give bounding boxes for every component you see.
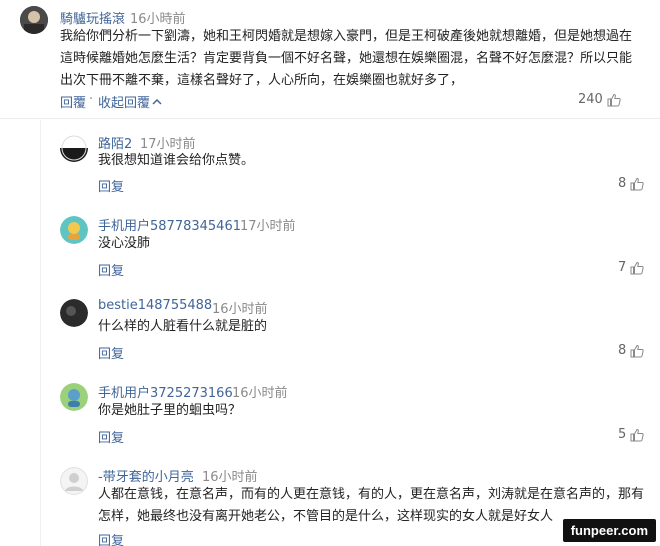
thumbs-up-icon <box>630 261 644 274</box>
avatar[interactable] <box>60 299 88 327</box>
reply-button[interactable]: 回复 <box>98 176 124 195</box>
like-count: 5 <box>618 427 627 442</box>
avatar[interactable] <box>60 216 88 244</box>
like-count: 8 <box>618 176 627 191</box>
comment-time: 16小时前 <box>202 470 258 485</box>
reply-button[interactable]: 回复 <box>98 260 124 279</box>
thumbs-up-icon <box>630 344 644 357</box>
collapse-replies-button[interactable]: 收起回覆 <box>98 92 162 111</box>
comment-time: 16小時前 <box>130 12 186 27</box>
like-button[interactable]: 5 <box>618 427 644 442</box>
reply-button[interactable]: 回复 <box>98 427 124 446</box>
comment-text: 我很想知道谁会给你点赞。 <box>98 153 255 168</box>
comment-time: 16小时前 <box>232 386 288 401</box>
default-avatar-icon <box>60 216 88 244</box>
divider <box>0 118 660 119</box>
user-avatar-icon <box>60 299 88 327</box>
thumbs-up-icon <box>630 177 644 190</box>
comment-text: 没心没肺 <box>98 236 151 251</box>
username[interactable]: 騎驢玩搖滾 <box>60 8 125 27</box>
like-count: 8 <box>618 343 627 358</box>
reply-button[interactable]: 回复 <box>98 343 124 362</box>
username[interactable]: 手机用户3725273166 <box>98 382 233 401</box>
default-avatar-icon <box>60 467 88 495</box>
user-avatar-icon <box>60 134 88 162</box>
user-avatar-icon <box>20 6 48 34</box>
username[interactable]: bestie148755488 <box>98 298 212 313</box>
reply-button[interactable]: 回覆 <box>60 92 86 111</box>
username[interactable]: -带牙套的小月亮 <box>98 466 194 485</box>
comment-time: 17小时前 <box>240 219 296 234</box>
comment-time: 16小时前 <box>212 302 268 317</box>
avatar[interactable] <box>20 6 48 34</box>
top-comment: 騎驢玩搖滾 16小時前 我給你們分析一下劉濤，她和王柯閃婚就是想嫁入豪門，但是王… <box>0 0 660 120</box>
chevron-up-icon <box>152 98 162 105</box>
username[interactable]: 手机用户58778345461 <box>98 215 241 234</box>
avatar[interactable] <box>60 134 88 162</box>
like-button[interactable]: 240 <box>578 92 621 107</box>
like-button[interactable]: 8 <box>618 176 644 191</box>
collapse-label: 收起回覆 <box>98 96 151 111</box>
comment-text: 你是她肚子里的蛔虫吗？ <box>98 403 242 418</box>
comment-text: 我給你們分析一下劉濤，她和王柯閃婚就是想嫁入豪門，但是王柯破產後她就想離婚，但是… <box>60 29 633 88</box>
watermark: funpeer.com <box>562 519 656 542</box>
reply-button[interactable]: 回复 <box>98 530 124 546</box>
avatar[interactable] <box>60 467 88 495</box>
avatar[interactable] <box>60 383 88 411</box>
like-count: 7 <box>618 260 627 275</box>
like-count: 240 <box>578 92 603 107</box>
thumbs-up-icon <box>607 93 621 106</box>
like-button[interactable]: 8 <box>618 343 644 358</box>
dot-separator: · <box>89 92 94 107</box>
like-button[interactable]: 7 <box>618 260 644 275</box>
default-avatar-icon <box>60 383 88 411</box>
comment-text: 什么样的人脏看什么就是脏的 <box>98 319 268 334</box>
thumbs-up-icon <box>630 428 644 441</box>
